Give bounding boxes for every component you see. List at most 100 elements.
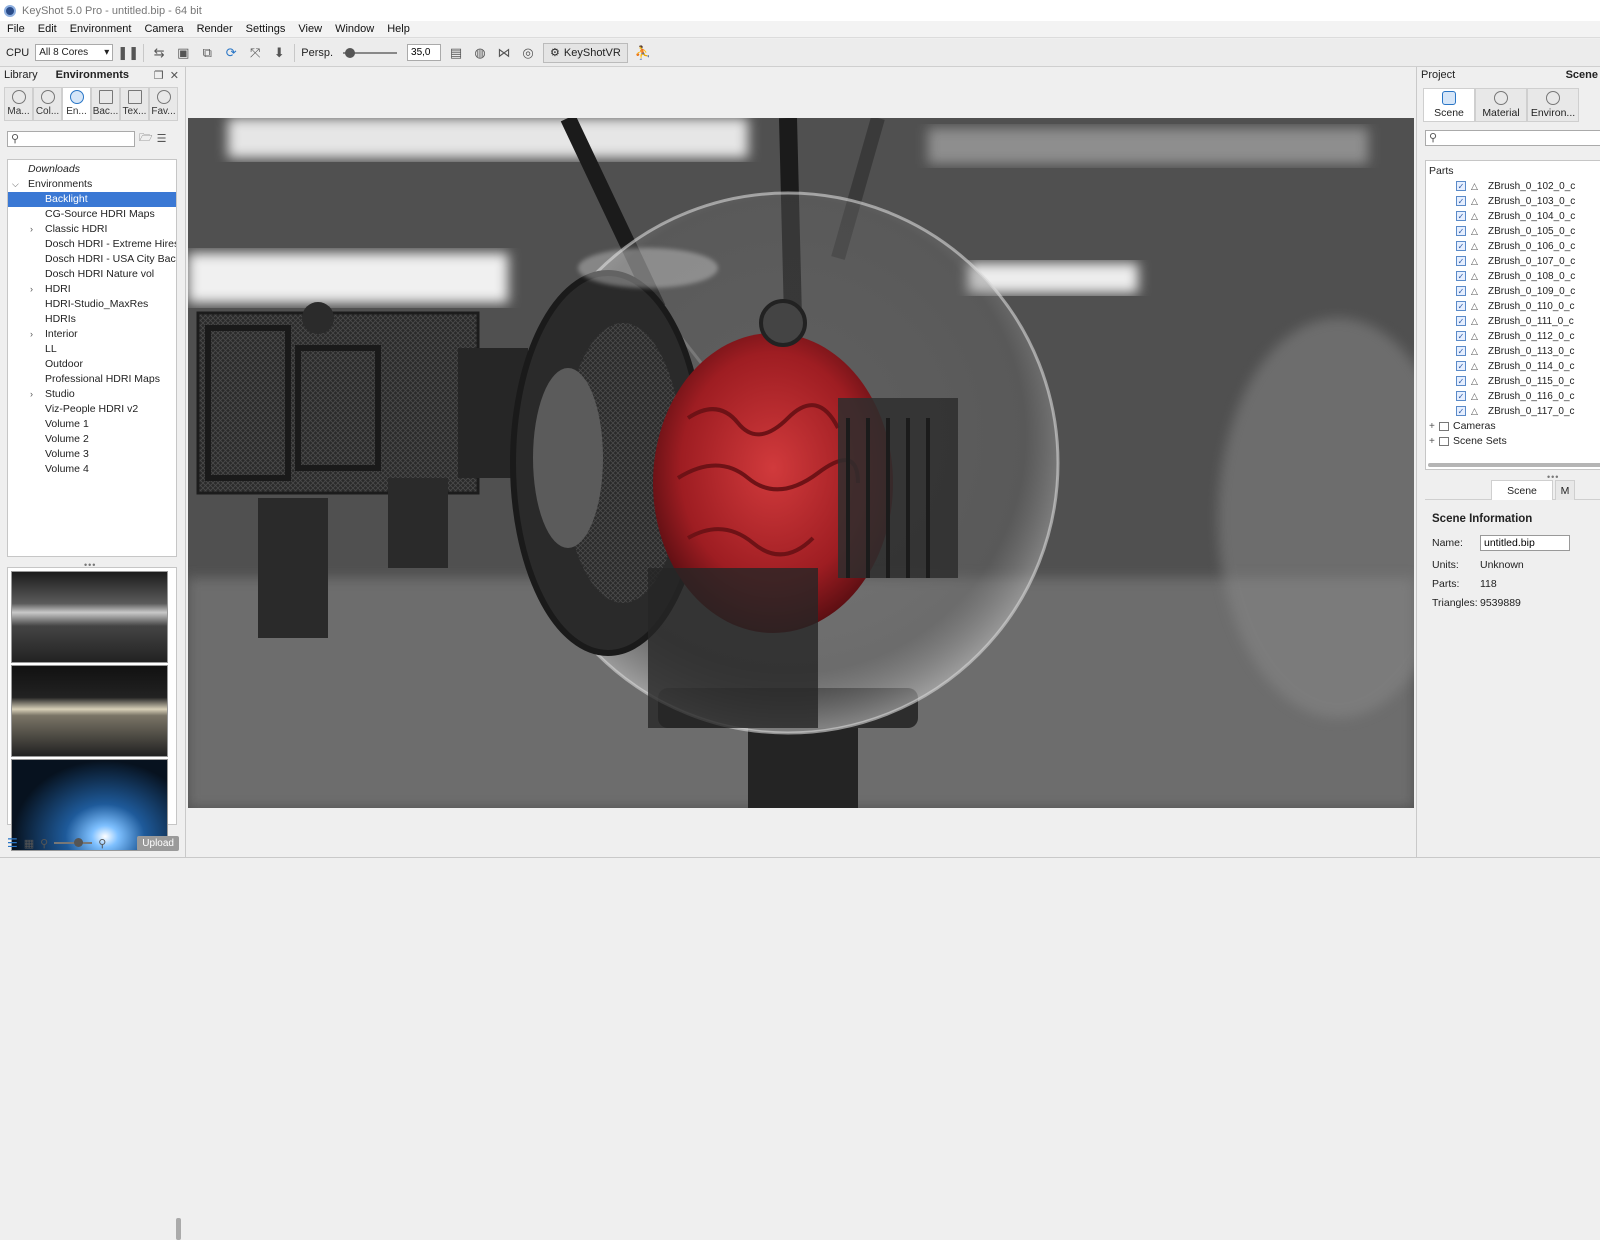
tree-item[interactable]: Volume 1 (8, 417, 176, 432)
tree-item[interactable]: Dosch HDRI - Extreme Hires (8, 237, 176, 252)
animation-icon[interactable]: ◎ (519, 44, 537, 62)
render-viewport[interactable] (188, 118, 1414, 808)
tree-item[interactable]: CG-Source HDRI Maps (8, 207, 176, 222)
environment-thumbnail[interactable] (11, 571, 168, 663)
tab-scene-properties[interactable]: Scene (1491, 480, 1553, 500)
thumbnail-size-slider[interactable] (54, 838, 93, 847)
tree-item[interactable]: › Classic HDRI (8, 222, 176, 237)
tree-item[interactable]: Dosch HDRI Nature vol (8, 267, 176, 282)
scene-tree-cameras[interactable]: + Cameras (1426, 419, 1600, 434)
fov-slider-knob[interactable] (345, 47, 356, 58)
fov-slider[interactable] (343, 47, 398, 58)
visibility-checkbox[interactable]: ✓ (1456, 406, 1466, 416)
scene-part-row[interactable]: ✓ △ ZBrush_0_108_0_c (1426, 269, 1600, 284)
tree-item[interactable]: LL (8, 342, 176, 357)
visibility-checkbox[interactable]: ✓ (1456, 196, 1466, 206)
scene-part-row[interactable]: ✓ △ ZBrush_0_113_0_c (1426, 344, 1600, 359)
visibility-checkbox[interactable]: ✓ (1456, 316, 1466, 326)
reset-view-icon[interactable]: ⟳ (222, 44, 240, 62)
tree-item[interactable]: Volume 4 (8, 462, 176, 477)
tree-item[interactable]: › Interior (8, 327, 176, 342)
tab-material[interactable]: Material (1475, 88, 1527, 122)
scene-part-row[interactable]: ✓ △ ZBrush_0_115_0_c (1426, 374, 1600, 389)
fov-input[interactable] (407, 44, 442, 61)
environment-thumbnail[interactable] (11, 665, 168, 757)
scene-part-row[interactable]: ✓ △ ZBrush_0_105_0_c (1426, 224, 1600, 239)
thumbnail-scrollbar[interactable] (176, 1218, 181, 1240)
chevron-right-icon[interactable]: › (30, 222, 33, 237)
geometry-view-icon[interactable]: ◍ (471, 44, 489, 62)
thumbnail-size-knob[interactable] (74, 838, 84, 847)
visibility-checkbox[interactable]: ✓ (1456, 361, 1466, 371)
tree-item[interactable]: › Studio (8, 387, 176, 402)
tree-item[interactable]: Volume 2 (8, 432, 176, 447)
tab-backplates[interactable]: Bac... (91, 87, 120, 121)
tab-colors[interactable]: Col... (33, 87, 62, 121)
visibility-checkbox[interactable]: ✓ (1456, 241, 1466, 251)
import-icon[interactable]: ⇆ (150, 44, 168, 62)
visibility-checkbox[interactable]: ✓ (1456, 376, 1466, 386)
chevron-down-icon[interactable]: ⌵ (12, 177, 19, 192)
menu-help[interactable]: Help (380, 23, 416, 35)
tree-item[interactable]: › HDRI (8, 282, 176, 297)
visibility-checkbox[interactable]: ✓ (1456, 181, 1466, 191)
fit-view-icon[interactable]: ⤧ (246, 44, 264, 62)
visibility-checkbox[interactable]: ✓ (1456, 256, 1466, 266)
scene-part-row[interactable]: ✓ △ ZBrush_0_103_0_c (1426, 194, 1600, 209)
chevron-right-icon[interactable]: › (30, 327, 33, 342)
scene-part-row[interactable]: ✓ △ ZBrush_0_114_0_c (1426, 359, 1600, 374)
folder-list-icon[interactable]: ☰ (157, 132, 167, 145)
visibility-checkbox[interactable]: ✓ (1456, 211, 1466, 221)
pause-icon[interactable]: ❚❚ (117, 44, 139, 62)
tree-item[interactable]: Professional HDRI Maps (8, 372, 176, 387)
list-view-icon[interactable]: ☰ (7, 836, 18, 850)
close-icon[interactable]: ✕ (170, 69, 179, 82)
expand-icon[interactable]: + (1429, 419, 1435, 434)
scene-part-row[interactable]: ✓ △ ZBrush_0_109_0_c (1426, 284, 1600, 299)
scene-part-row[interactable]: ✓ △ ZBrush_0_112_0_c (1426, 329, 1600, 344)
tab-environments[interactable]: En... (62, 87, 91, 121)
tree-item[interactable]: HDRIs (8, 312, 176, 327)
visibility-checkbox[interactable]: ✓ (1456, 271, 1466, 281)
expand-icon[interactable]: + (1429, 434, 1435, 449)
menu-environment[interactable]: Environment (63, 23, 138, 35)
drop-to-ground-icon[interactable]: ⬇ (270, 44, 288, 62)
menu-view[interactable]: View (291, 23, 328, 35)
visibility-checkbox[interactable]: ✓ (1456, 286, 1466, 296)
tree-item[interactable]: HDRI-Studio_MaxRes (8, 297, 176, 312)
visibility-checkbox[interactable]: ✓ (1456, 391, 1466, 401)
tree-item[interactable]: Backlight (8, 192, 176, 207)
visibility-checkbox[interactable]: ✓ (1456, 226, 1466, 236)
tab-favorites[interactable]: Fav... (149, 87, 178, 121)
zoom-out-icon[interactable]: ⚲ (40, 837, 48, 850)
folder-open-icon[interactable]: 🗁 (139, 129, 153, 148)
tab-environment[interactable]: Environ... (1527, 88, 1579, 122)
tab-material-properties[interactable]: M (1555, 480, 1575, 500)
turntable-icon[interactable]: ⋈ (495, 44, 513, 62)
tree-item[interactable]: Dosch HDRI - USA City Bac... (8, 252, 176, 267)
render-icon[interactable]: ⧉ (198, 44, 216, 62)
tab-scene[interactable]: Scene (1423, 88, 1475, 122)
menu-file[interactable]: File (0, 23, 31, 35)
scene-part-row[interactable]: ✓ △ ZBrush_0_117_0_c (1426, 404, 1600, 419)
scene-part-row[interactable]: ✓ △ ZBrush_0_107_0_c (1426, 254, 1600, 269)
scene-part-row[interactable]: ✓ △ ZBrush_0_106_0_c (1426, 239, 1600, 254)
zoom-in-icon[interactable]: ⚲ (98, 837, 106, 850)
scene-part-row[interactable]: ✓ △ ZBrush_0_110_0_c (1426, 299, 1600, 314)
presentation-mode-icon[interactable]: ⛹ (634, 44, 652, 62)
menu-camera[interactable]: Camera (137, 23, 189, 35)
scene-tree-scene-sets[interactable]: + Scene Sets (1426, 434, 1600, 449)
menu-settings[interactable]: Settings (239, 23, 292, 35)
scene-name-input[interactable] (1480, 535, 1570, 551)
visibility-checkbox[interactable]: ✓ (1456, 346, 1466, 356)
keyshotvr-button[interactable]: ⚙ KeyShotVR (543, 42, 628, 63)
library-search-input[interactable]: ⚲ (7, 130, 135, 147)
menu-edit[interactable]: Edit (31, 23, 63, 35)
visibility-checkbox[interactable]: ✓ (1456, 331, 1466, 341)
menu-window[interactable]: Window (328, 23, 380, 35)
region-render-icon[interactable]: ▤ (447, 44, 465, 62)
tree-item[interactable]: Downloads (8, 162, 176, 177)
tab-materials[interactable]: Ma... (4, 87, 33, 121)
scene-part-row[interactable]: ✓ △ ZBrush_0_111_0_c (1426, 314, 1600, 329)
scene-part-row[interactable]: ✓ △ ZBrush_0_102_0_c (1426, 179, 1600, 194)
